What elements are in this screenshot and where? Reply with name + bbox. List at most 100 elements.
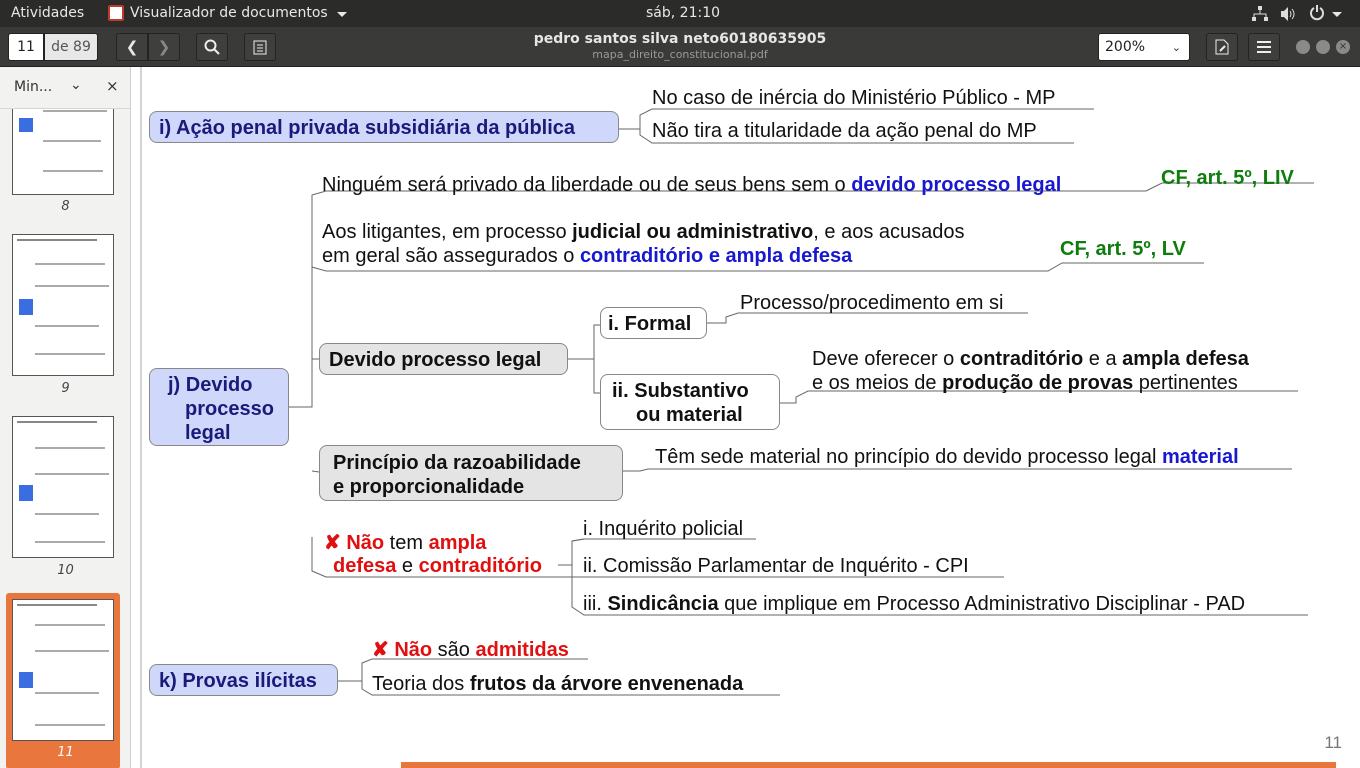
text-highlight: devido processo legal — [851, 174, 1062, 196]
text: Têm sede material no princípio do devido… — [655, 446, 1162, 468]
node-j-line-2: processo — [185, 398, 274, 420]
document-page[interactable]: i) Ação penal privada subsidiária da púb… — [132, 67, 1360, 768]
clipboard-icon — [253, 40, 267, 55]
chevron-left-icon: ❮ — [125, 38, 139, 56]
window-title: pedro santos silva neto60180635905 — [533, 31, 827, 47]
node-razoabilidade-line-2: e proporcionalidade — [333, 476, 525, 498]
node-razoabilidade-desc: Têm sede material no princípio do devido… — [655, 445, 1239, 469]
menu-button[interactable] — [1248, 33, 1280, 61]
text-red: defesa — [333, 555, 397, 577]
text: iii. — [583, 593, 608, 615]
annotate-icon — [1215, 39, 1229, 55]
header-bar: 11 de 89 ❮ ❯ pedro santos silva neto6018… — [0, 27, 1360, 67]
page-thumbnail[interactable] — [12, 416, 114, 558]
text-highlight: contraditório e ampla defesa — [579, 245, 853, 267]
text-bold: Sindicância — [607, 593, 719, 615]
text: Ninguém será privado da liberdade ou de … — [322, 174, 852, 196]
page-total: de 89 — [44, 33, 98, 61]
system-menu-chevron-icon[interactable] — [1332, 12, 1342, 17]
node-substantivo: ii. Substantivo ou material — [600, 374, 780, 430]
text: Aos litigantes, em processo — [322, 221, 573, 243]
annotate-button[interactable] — [1206, 33, 1238, 61]
window-subtitle: mapa_direito_constitucional.pdf — [592, 48, 768, 61]
thumbnail-sidebar: Min... ⌄ × 8 9 10 11 — [0, 67, 131, 768]
volume-icon[interactable] — [1280, 6, 1296, 22]
text: tem — [384, 532, 429, 554]
next-page-button[interactable]: ❯ — [148, 33, 180, 61]
node-inquerito: i. Inquérito policial — [583, 518, 744, 540]
node-j-devido-processo: j) Devido processo legal — [149, 368, 289, 446]
node-k-provas-ilicitas: k) Provas ilícitas — [149, 664, 338, 696]
text: que implique em Processo Administrativo … — [718, 593, 1246, 615]
page-thumbnail[interactable] — [12, 234, 114, 376]
maximize-button[interactable] — [1316, 40, 1330, 54]
node-j-line-1: j) Devido — [168, 374, 253, 396]
close-window-button[interactable]: × — [1336, 40, 1350, 54]
text-red: contraditório — [418, 555, 542, 577]
network-icon[interactable] — [1252, 6, 1268, 22]
thumbnail-label: 9 — [61, 381, 70, 396]
node-i-inercia: No caso de inércia do Ministério Público… — [652, 87, 1056, 109]
activities-button[interactable]: Atividades — [11, 5, 84, 21]
cross-mark-icon: ✘ — [324, 532, 341, 554]
text-bold: judicial ou administrativo — [572, 221, 814, 243]
ref-cf-art5-liv: CF, art. 5º, LIV — [1161, 167, 1294, 189]
node-sindicancia: iii. Sindicância que implique em Process… — [583, 592, 1245, 616]
thumbnail-label: 10 — [57, 563, 74, 578]
node-nao-tem-1: ✘ Não tem ampla — [324, 531, 486, 555]
minimize-button[interactable] — [1296, 40, 1310, 54]
chevron-down-icon: ⌄ — [1171, 41, 1181, 54]
thumbnail-list[interactable]: 8 9 10 11 — [0, 109, 130, 768]
text: Teoria dos — [372, 673, 470, 695]
thumbnail-label-selected: 11 — [57, 745, 74, 760]
sidebar-mode-dropdown[interactable]: Min... — [14, 79, 52, 95]
close-sidebar-button[interactable]: × — [106, 77, 119, 95]
node-substantivo-line-2: ou material — [636, 404, 743, 426]
search-icon — [204, 39, 220, 55]
zoom-select[interactable]: 200% ⌄ — [1098, 33, 1190, 61]
node-i-titularidade: Não tira a titularidade da ação penal do… — [652, 120, 1037, 142]
node-formal: i. Formal — [600, 307, 707, 339]
node-devido-processo-legal: Devido processo legal — [319, 343, 568, 375]
document-viewer-icon — [108, 5, 124, 21]
text-bold: ampla defesa — [1122, 348, 1249, 370]
page-thumbnail-selected[interactable] — [12, 599, 114, 741]
footer-bar — [401, 762, 1336, 768]
page-thumbnail[interactable] — [12, 109, 114, 195]
node-k-nao-admitidas: ✘ Não são admitidas — [372, 638, 569, 662]
chevron-down-icon[interactable]: ⌄ — [70, 77, 82, 93]
text: em geral são assegurados o — [322, 245, 580, 267]
clock[interactable]: sáb, 21:10 — [646, 5, 720, 21]
chevron-right-icon: ❯ — [157, 38, 171, 56]
node-j-litigantes-2: em geral são assegurados o contraditório… — [322, 244, 852, 268]
text-bold: frutos da árvore envenenada — [469, 673, 744, 695]
page-number-input[interactable]: 11 — [8, 33, 44, 61]
node-k-frutos: Teoria dos frutos da árvore envenenada — [372, 672, 743, 696]
text-highlight: material — [1161, 446, 1239, 468]
page-number: 11 — [1324, 733, 1342, 752]
text: pertinentes — [1133, 372, 1238, 394]
search-button[interactable] — [196, 33, 228, 61]
hamburger-menu-icon — [1257, 41, 1271, 53]
node-j-litigantes-1: Aos litigantes, em processo judicial ou … — [322, 220, 965, 244]
previous-page-button[interactable]: ❮ — [116, 33, 148, 61]
app-menu[interactable]: Visualizador de documentos — [130, 5, 328, 21]
node-razoabilidade-line-1: Princípio da razoabilidade — [333, 452, 581, 474]
power-icon[interactable] — [1309, 5, 1325, 21]
node-razoabilidade: Princípio da razoabilidade e proporciona… — [319, 445, 623, 501]
ref-cf-art5-lv: CF, art. 5º, LV — [1060, 238, 1186, 260]
node-j-line-3: legal — [185, 422, 231, 444]
node-i-acao-penal: i) Ação penal privada subsidiária da púb… — [149, 111, 619, 143]
text: Deve oferecer o — [812, 348, 960, 370]
thumbnail-label: 8 — [61, 199, 70, 214]
text: e — [396, 555, 419, 577]
text-red: admitidas — [475, 639, 569, 661]
sidebar-header: Min... ⌄ × — [0, 67, 130, 109]
text: e os meios de — [812, 372, 943, 394]
system-topbar: Atividades Visualizador de documentos sá… — [0, 0, 1360, 27]
text-red: Não — [394, 639, 433, 661]
cross-mark-icon: ✘ — [372, 639, 389, 661]
clipboard-button[interactable] — [244, 33, 276, 61]
node-cpi: ii. Comissão Parlamentar de Inquérito - … — [583, 555, 969, 577]
node-substantivo-desc-1: Deve oferecer o contraditório e a ampla … — [812, 347, 1249, 371]
